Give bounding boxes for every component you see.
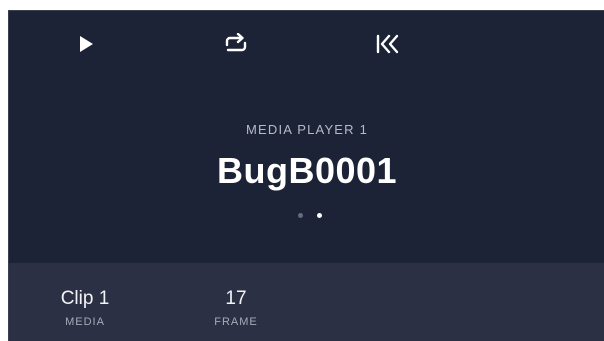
media-label: MEDIA [65,316,105,328]
page-indicator [9,213,604,218]
loop-icon [225,33,247,52]
page-dot-2[interactable] [317,213,322,218]
skip-to-start-icon [376,34,399,54]
clip-name: BugB0001 [216,150,398,191]
play-icon [80,36,93,52]
frame-label: FRAME [214,316,258,328]
info-bar: Clip 1 MEDIA 17 FRAME [9,263,604,341]
clip-title-block: MEDIA PLAYER 1 BugB0001 [9,121,604,195]
loop-button[interactable] [219,29,253,59]
skip-to-start-button[interactable] [371,29,405,59]
media-value: Clip 1 [60,288,110,309]
page-dot-1[interactable] [298,213,303,218]
frame-info: 17 FRAME [186,287,286,329]
media-info: Clip 1 MEDIA [35,287,135,329]
media-player-panel: MEDIA PLAYER 1 BugB0001 Clip 1 MEDIA 17 … [8,10,604,341]
frame-value: 17 [225,288,247,309]
transport-controls [9,11,604,75]
play-button[interactable] [69,29,103,59]
media-player-label: MEDIA PLAYER 1 [245,122,369,137]
